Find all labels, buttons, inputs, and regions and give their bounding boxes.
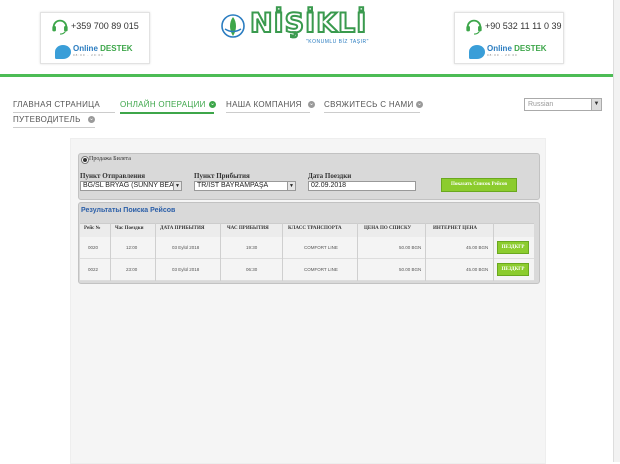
nav-underline xyxy=(226,112,310,113)
nav-contact-us[interactable]: СВЯЖИТЕСЬ С НАМИ xyxy=(324,100,420,113)
transport-class-cell: COMFORT LINE xyxy=(304,245,338,250)
col-departure-time: Час Поездки xyxy=(115,226,144,231)
nav-home[interactable]: ГЛАВНАЯ СТРАНИЦА xyxy=(13,100,115,113)
column-divider xyxy=(357,223,358,281)
logo-slogan: "KONUMLU BİZ TAŞIR" xyxy=(306,39,369,45)
online-support-label: Online DESTEK xyxy=(487,44,547,53)
arrival-select-value: TR/IST BAYRAMPAŞA xyxy=(197,182,269,189)
trip-no-cell: 0022 xyxy=(88,267,99,272)
column-divider xyxy=(493,223,494,281)
col-arrival-date: ДАТА ПРИБЫТИЯ xyxy=(160,226,205,231)
internet-price-cell: 45.00 BGN xyxy=(466,245,489,250)
nav-contact-us-label: СВЯЖИТЕСЬ С НАМИ xyxy=(324,100,414,109)
arrival-label: Пункт Прибытия xyxy=(194,172,250,180)
ticket-sale-radio[interactable] xyxy=(81,156,89,164)
departure-select[interactable]: BG/SL BRYAG (SUNNY BEA ▼ xyxy=(80,181,182,191)
list-price-cell: 50.00 BGN xyxy=(399,245,422,250)
nav-guide-label: ПУТЕВОДИТЕЛЬ xyxy=(13,115,81,124)
nav-underline xyxy=(120,112,214,114)
arrival-date-cell: 03 Eylül 2018 xyxy=(172,245,200,250)
left-phone-number[interactable]: +359 700 89 015 xyxy=(71,21,139,31)
chevron-down-icon: ▼ xyxy=(591,99,601,110)
column-divider xyxy=(155,223,156,281)
language-select[interactable]: Russian ▼ xyxy=(524,98,602,111)
nav-underline xyxy=(13,127,95,128)
list-price-cell: 50.00 BGN xyxy=(399,267,422,272)
nav-home-label: ГЛАВНАЯ СТРАНИЦА xyxy=(13,100,101,109)
arrival-time-cell: 19:30 xyxy=(246,245,258,250)
nav-underline xyxy=(324,112,420,113)
travel-date-input[interactable]: 02.09.2018 xyxy=(308,181,416,191)
travel-date-value: 02.09.2018 xyxy=(311,182,347,189)
column-divider xyxy=(220,223,221,281)
nav-online-operations[interactable]: ОНЛАЙН ОПЕРАЦИИ xyxy=(120,100,214,114)
language-select-value: Russian xyxy=(528,101,554,108)
nav-underline xyxy=(13,112,115,113)
column-divider xyxy=(282,223,283,281)
headset-icon xyxy=(52,19,68,35)
arrival-select[interactable]: TR/IST BAYRAMPAŞA ▼ xyxy=(194,181,296,191)
travel-date-label: Дата Поездки xyxy=(308,172,352,180)
headset-icon xyxy=(466,19,482,35)
chat-bubble-icon xyxy=(469,45,485,59)
col-transport-class: КЛАСС ТРАНСПОРТА xyxy=(288,226,342,231)
nav-our-company[interactable]: НАША КОМПАНИЯ xyxy=(226,100,310,113)
chevron-down-icon: ▼ xyxy=(287,182,295,190)
select-trip-button[interactable]: ПЕЗДКГР xyxy=(497,263,529,276)
select-trip-button[interactable]: ПЕЗДКГР xyxy=(497,241,529,254)
logo-wordmark: NİŞİKLİ xyxy=(249,7,368,40)
departure-time-cell: 12:00 xyxy=(126,245,138,250)
results-title: Результаты Поиска Рейсов xyxy=(81,207,176,214)
trip-no-cell: 0020 xyxy=(88,245,99,250)
expand-icon[interactable]: ⌄ xyxy=(416,101,423,108)
online-support-label: Online DESTEK xyxy=(73,44,133,53)
right-phone-number[interactable]: +90 532 11 11 0 39 xyxy=(485,21,562,31)
nav-guide[interactable]: ПУТЕВОДИТЕЛЬ xyxy=(13,115,95,128)
departure-time-cell: 23:00 xyxy=(126,267,138,272)
arrival-date-cell: 03 Eylül 2018 xyxy=(172,267,200,272)
expand-icon[interactable]: ⌄ xyxy=(88,116,95,123)
right-contact-box: +90 532 11 11 0 39 Online DESTEK 08:00 -… xyxy=(454,12,564,64)
left-contact-box: +359 700 89 015 Online DESTEK 08:00 - 20… xyxy=(40,12,150,64)
support-hours: 08:00 - 20:00 xyxy=(487,53,518,57)
chat-bubble-icon xyxy=(55,45,71,59)
site-logo[interactable]: NİŞİKLİ "KONUMLU BİZ TAŞIR" xyxy=(220,7,410,52)
arrival-time-cell: 06:30 xyxy=(246,267,258,272)
departure-label: Пункт Отправления xyxy=(80,172,146,180)
chevron-down-icon: ▼ xyxy=(173,182,181,190)
col-internet-price: ИНТЕРНЕТ ЦЕНА xyxy=(433,226,478,231)
transport-class-cell: COMFORT LINE xyxy=(304,267,338,272)
column-divider xyxy=(110,223,111,281)
page-scrollbar[interactable] xyxy=(613,0,620,462)
online-support-badge[interactable]: Online DESTEK 08:00 - 20:00 xyxy=(469,43,551,61)
col-list-price: ЦЕНА ПО СПИСКУ xyxy=(364,226,412,231)
online-support-badge[interactable]: Online DESTEK 08:00 - 20:00 xyxy=(55,43,137,61)
logo-emblem-icon xyxy=(221,14,245,38)
support-hours: 08:00 - 20:00 xyxy=(73,53,104,57)
expand-icon[interactable]: ⌄ xyxy=(308,101,315,108)
nav-online-operations-label: ОНЛАЙН ОПЕРАЦИИ xyxy=(120,100,206,109)
expand-icon[interactable]: ⌄ xyxy=(209,101,216,108)
ticket-sale-label: Продажа Билета xyxy=(89,156,131,162)
departure-select-value: BG/SL BRYAG (SUNNY BEA xyxy=(83,182,174,189)
show-trips-button[interactable]: Показать Список Рейсов xyxy=(441,178,517,192)
nav-our-company-label: НАША КОМПАНИЯ xyxy=(226,100,302,109)
column-divider xyxy=(425,223,426,281)
col-arrival-time: ЧАС ПРИБЫТИЯ xyxy=(227,226,269,231)
header-divider xyxy=(0,74,613,77)
col-trip-no: Рейс № xyxy=(84,226,101,231)
internet-price-cell: 45.00 BGN xyxy=(466,267,489,272)
